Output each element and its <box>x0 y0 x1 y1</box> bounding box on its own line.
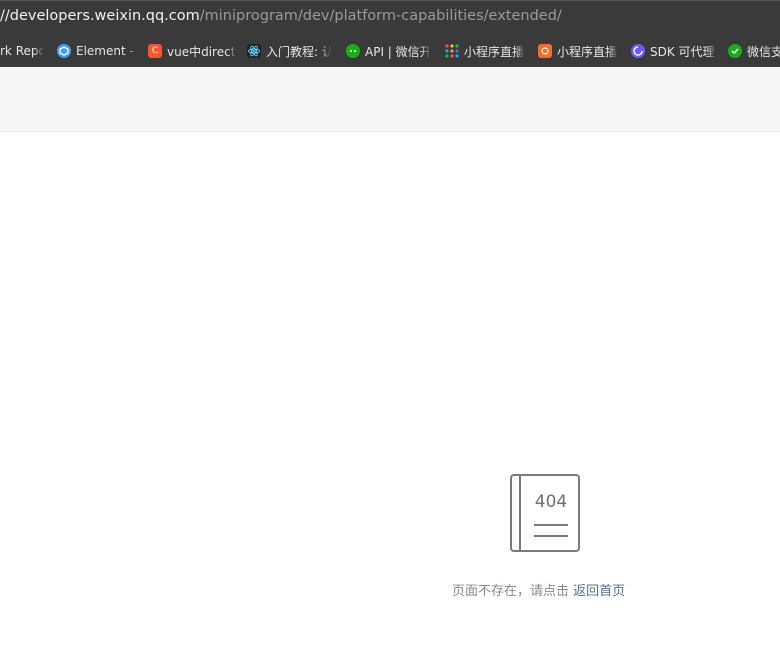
bookmark-item[interactable]: Element - <box>57 35 137 67</box>
csdn-icon: C <box>148 44 162 58</box>
weapp-icon <box>538 44 552 58</box>
grid-icon <box>445 44 459 58</box>
back-home-link[interactable]: 返回首页 <box>573 584 625 599</box>
wechatpay-icon <box>728 44 742 58</box>
address-bar[interactable]: //developers.weixin.qq.com/miniprogram/d… <box>0 0 780 35</box>
bookmark-label: SDK 可代理 <box>650 44 715 59</box>
sdk-icon <box>631 44 645 58</box>
site-header <box>0 67 780 132</box>
bookmark-label: vue中direct <box>167 44 236 59</box>
bookmark-item[interactable]: 小程序直播 <box>445 35 525 67</box>
bookmark-item[interactable]: C vue中direct <box>148 35 237 67</box>
url-text[interactable]: //developers.weixin.qq.com/miniprogram/d… <box>0 8 562 24</box>
bookmark-item[interactable]: 小程序直播 <box>538 35 618 67</box>
not-found-text: 页面不存在，请点击 <box>452 584 570 599</box>
wechat-icon <box>346 44 360 58</box>
bookmark-item[interactable]: 微信支 <box>728 35 780 67</box>
url-host: //developers.weixin.qq.com <box>0 8 200 24</box>
bookmark-label: Element - <box>76 44 134 58</box>
bookmarks-bar: rk Repo Element - C vue中direct 入门教程: 认 A… <box>0 35 780 67</box>
react-icon <box>247 44 261 58</box>
not-found-book-icon: 404 <box>510 474 580 552</box>
bookmark-item[interactable]: SDK 可代理 <box>631 35 717 67</box>
bookmark-item[interactable]: API | 微信开 <box>346 35 431 67</box>
bookmark-label: 微信支 <box>747 44 780 59</box>
bookmark-item[interactable]: 入门教程: 认 <box>247 35 331 67</box>
not-found-message: 页面不存在，请点击 返回首页 <box>452 580 625 599</box>
element-icon <box>57 44 71 58</box>
url-path: /miniprogram/dev/platform-capabilities/e… <box>199 8 562 24</box>
error-code: 404 <box>534 492 568 512</box>
